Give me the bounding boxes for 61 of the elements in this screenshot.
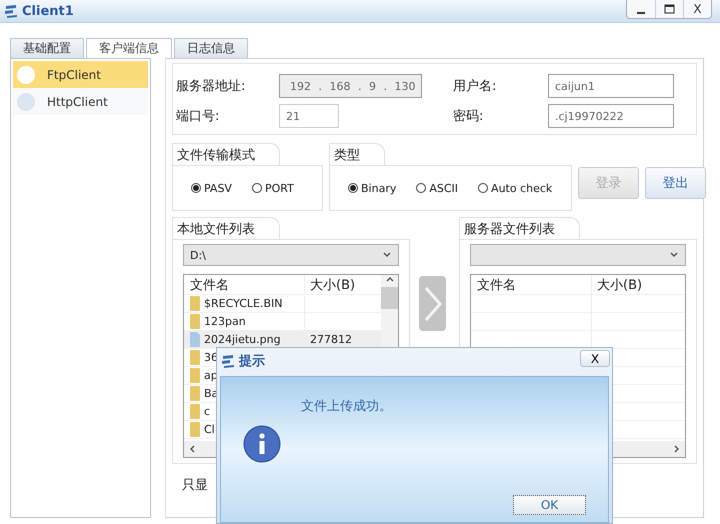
folder-icon [190, 404, 200, 419]
file-size: 277812 [310, 333, 352, 346]
window-title: Client1 [22, 4, 75, 18]
dialog-close-button[interactable]: X [580, 350, 610, 367]
sidebar-item[interactable]: HttpClient [13, 88, 148, 115]
field-label: 端口号: [176, 108, 220, 125]
file-name: 2024jietu.png [204, 333, 281, 346]
radio-circle[interactable] [252, 183, 262, 193]
tab[interactable]: 客户端信息 [86, 38, 172, 58]
field-label: 服务器地址: [176, 78, 246, 95]
folder-icon [190, 350, 200, 365]
file-icon [190, 332, 200, 347]
file-name: c [204, 405, 210, 418]
drive-dropdown[interactable]: D:\ [183, 244, 399, 266]
username-field[interactable]: caijun1 [548, 74, 674, 98]
file-name: 123pan [204, 315, 246, 328]
radio-option[interactable]: Auto check [478, 182, 552, 194]
scroll-thumb[interactable] [381, 287, 398, 309]
column-header: 大小(B) [596, 276, 644, 294]
radio-circle[interactable] [191, 183, 201, 193]
column-header: 文件名 [471, 275, 592, 294]
field-label: 密码: [453, 108, 484, 125]
tab[interactable]: 日志信息 [174, 38, 248, 58]
sidebar-item[interactable]: FtpClient [13, 61, 148, 88]
group-title: 文件传输模式 [172, 143, 280, 166]
dialog-message: 文件上传成功。 [301, 398, 392, 415]
radio-circle[interactable] [416, 183, 426, 193]
radio-circle[interactable] [478, 183, 488, 193]
folder-icon [190, 296, 200, 311]
ip-address-field[interactable]: 192 . 168 . 9 . 130 [279, 74, 422, 98]
folder-icon [190, 422, 200, 437]
action-button[interactable]: 登出 [645, 167, 706, 199]
app-logo-icon [221, 354, 235, 368]
tab[interactable]: 基础配置 [10, 38, 84, 58]
app-logo-icon [4, 4, 18, 18]
folder-icon [190, 314, 200, 329]
info-icon [243, 425, 281, 463]
radio-option[interactable]: PASV [191, 182, 232, 194]
group-title: 服务器文件列表 [459, 217, 580, 240]
file-name: Cl [204, 423, 215, 436]
group-title: 类型 [329, 143, 385, 166]
file-row[interactable]: 2024jietu.png 277812 [184, 331, 381, 349]
radio-option[interactable]: Binary [348, 182, 396, 194]
password-field[interactable]: .cj19970222 [548, 104, 674, 128]
dialog-title: 提示 [239, 353, 266, 370]
folder-icon [190, 368, 200, 383]
maximize-icon [664, 4, 675, 14]
radio-circle[interactable] [348, 183, 358, 193]
field-label: 用户名: [453, 78, 498, 95]
filter-label: 只显 [182, 477, 209, 494]
column-header: 大小(B) [309, 276, 356, 294]
group-title: 本地文件列表 [172, 217, 280, 240]
file-row[interactable]: $RECYCLE.BIN [184, 295, 381, 313]
ok-button[interactable]: OK [513, 495, 586, 515]
radio-option[interactable]: ASCII [416, 182, 458, 194]
port-field[interactable]: 21 [279, 104, 339, 128]
folder-icon [190, 386, 200, 401]
radio-option[interactable]: PORT [252, 182, 294, 194]
minimize-icon [637, 12, 645, 14]
file-name: $RECYCLE.BIN [204, 297, 282, 310]
column-header: 文件名 [184, 275, 305, 294]
